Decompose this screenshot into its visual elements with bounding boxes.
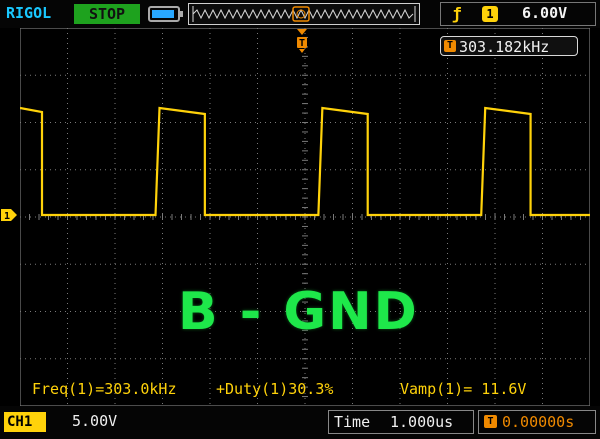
ch1-marker-label: 1 <box>4 211 10 222</box>
trigger-channel-badge: 1 <box>482 6 498 22</box>
measurement-frequency: Freq(1)=303.0kHz <box>32 380 177 398</box>
waveform-display[interactable] <box>20 28 590 406</box>
frequency-counter: T 303.182kHz <box>440 36 578 56</box>
timebase-label: Time <box>334 413 371 431</box>
offset-marker-icon: T <box>484 415 497 428</box>
graticule <box>20 28 590 406</box>
ch1-vertical-scale: 5.00V <box>72 412 118 430</box>
frequency-counter-value: 303.182kHz <box>459 38 550 56</box>
memory-depth-icon <box>148 6 183 22</box>
trigger-info-box <box>440 2 596 26</box>
overlay-label: B - GND <box>178 282 419 342</box>
rising-edge-icon: ƒ <box>452 4 462 23</box>
trigger-position-label: T <box>299 38 305 49</box>
trigger-position-marker[interactable]: T <box>296 28 308 54</box>
memory-window <box>188 3 420 25</box>
run-stop-indicator[interactable]: STOP <box>74 4 140 24</box>
measurement-duty: +Duty(1)30.3% <box>216 380 334 398</box>
measurement-vamp: Vamp(1)= 11.6V <box>400 380 527 398</box>
ch1-channel-tag[interactable]: CH1 <box>4 412 46 432</box>
horizontal-offset-value[interactable]: 0.00000s <box>502 413 574 431</box>
memory-overview-waveform <box>192 6 416 22</box>
brand-label: RIGOL <box>6 4 52 22</box>
ch1-ground-marker[interactable]: 1 <box>0 208 18 222</box>
timebase-value[interactable]: 1.000us <box>390 413 453 431</box>
trigger-level: 6.00V <box>522 4 568 22</box>
trigger-marker-icon: T <box>444 40 456 52</box>
